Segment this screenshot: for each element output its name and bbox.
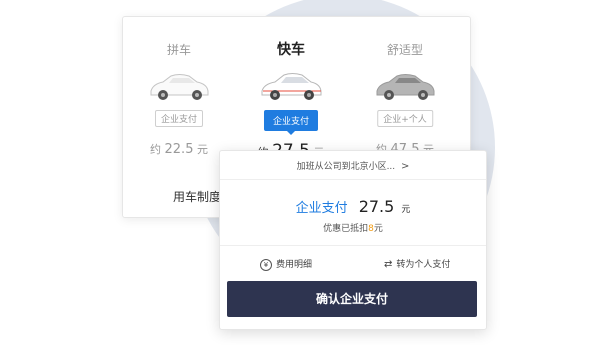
car-icon (150, 74, 209, 100)
discount-unit: 元 (373, 224, 383, 234)
discount-prefix: 优惠已抵扣 (323, 224, 369, 234)
payment-badge: 企业支付 (154, 110, 204, 127)
payment-amount: 27.5 (358, 197, 395, 216)
estimate-unit: 元 (196, 143, 208, 156)
yen-icon: ¥ (260, 258, 272, 271)
discount-info: 优惠已抵扣8元 (220, 221, 486, 234)
route-text: 加班从公司到北京小区... (296, 162, 396, 172)
chevron-right-icon: > (401, 161, 410, 172)
car-rules-link[interactable]: 用车制度 (173, 188, 221, 205)
car-type-name: 快车 (277, 42, 305, 58)
estimate-prefix: 约 (150, 143, 162, 156)
payment-card: 加班从公司到北京小区... > 企业支付 27.5 元 优惠已抵扣8元 ¥ 费用明… (219, 150, 487, 330)
switch-personal-label: 转为个人支付 (396, 260, 451, 270)
fee-detail-label: 费用明细 (276, 260, 313, 270)
payment-method-label: 企业支付 (295, 201, 348, 216)
route-info[interactable]: 加班从公司到北京小区... > (220, 159, 486, 172)
payment-summary: 企业支付 27.5 元 (220, 197, 486, 216)
car-type-name: 拼车 (166, 43, 191, 57)
payment-badge: 企业支付 (263, 110, 319, 135)
payment-badge: 企业+个人 (377, 110, 433, 127)
switch-personal-pay-button[interactable]: ⇄ 转为个人支付 (384, 257, 450, 270)
car-type-name: 舒适型 (386, 43, 423, 57)
car-icon (376, 74, 435, 100)
divider (220, 245, 486, 246)
car-icon (261, 73, 322, 100)
estimate-value: 22.5 (164, 142, 194, 157)
divider (220, 179, 486, 180)
payment-unit: 元 (401, 205, 411, 215)
swap-icon: ⇄ (384, 259, 393, 270)
confirm-enterprise-pay-button[interactable]: 确认企业支付 (227, 281, 477, 317)
fee-detail-button[interactable]: ¥ 费用明细 (260, 257, 312, 271)
